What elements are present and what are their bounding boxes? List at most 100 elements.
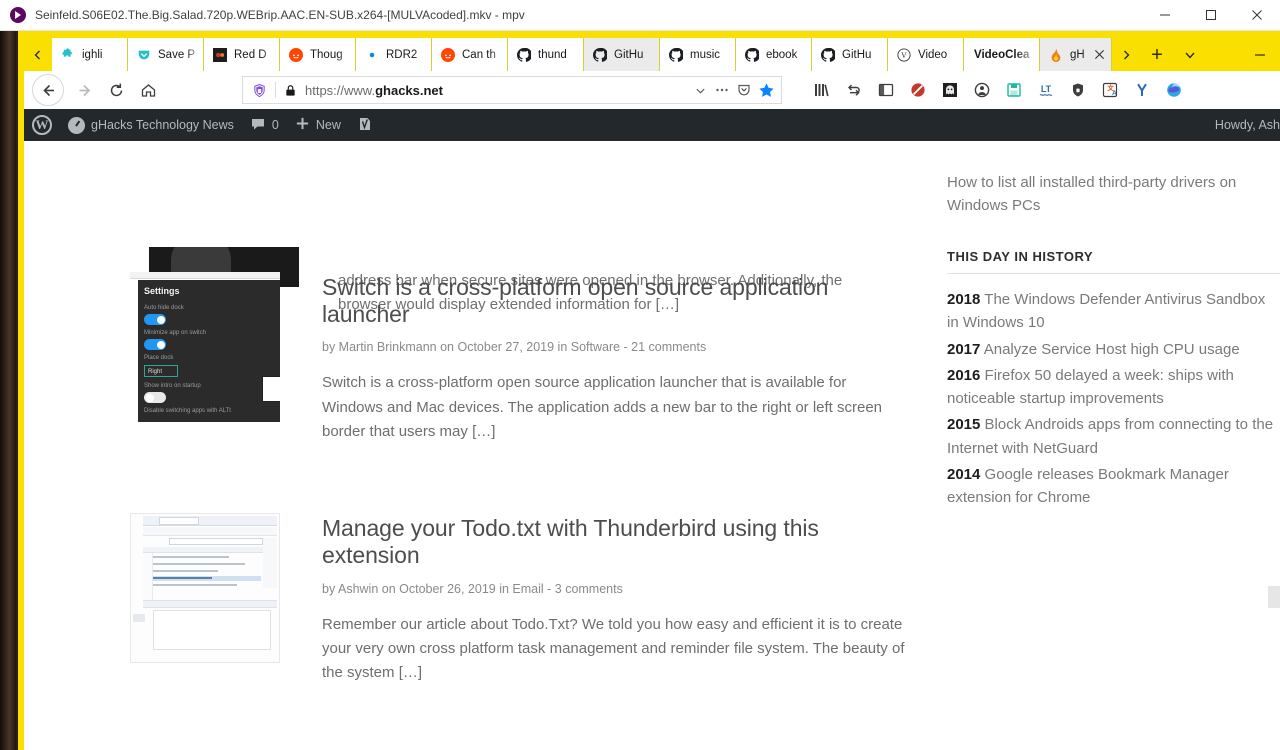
thunderbird-todotxt-thumbnail[interactable]: [130, 513, 280, 664]
comments-bubble[interactable]: 0: [242, 109, 287, 141]
reddeadredemption-icon: [212, 47, 228, 63]
new-tab-button[interactable]: +: [1140, 38, 1174, 71]
sidebar-top-link[interactable]: How to list all installed third-party dr…: [947, 172, 1277, 217]
svg-text:LT: LT: [1041, 84, 1052, 94]
new-label: New: [315, 118, 341, 132]
languagetool-icon[interactable]: LT: [1030, 75, 1062, 105]
thumb-label: Auto hide dock: [144, 305, 184, 311]
browser-tab[interactable]: V Video: [888, 38, 964, 71]
library-icon[interactable]: [806, 75, 838, 105]
pocket-save-icon[interactable]: [733, 79, 755, 101]
thumb-titlebar: [130, 272, 280, 279]
yandex-icon[interactable]: [1126, 75, 1158, 105]
browser-tab[interactable]: music: [660, 38, 736, 71]
history-item[interactable]: 2017 Analyze Service Host high CPU usage: [947, 338, 1277, 361]
thumb-row: [153, 583, 261, 588]
mpv-close-button[interactable]: [1234, 0, 1280, 31]
browser-tab[interactable]: Red D: [204, 38, 280, 71]
edge-icon[interactable]: [1158, 75, 1190, 105]
this-day-in-history-heading: THIS DAY IN HISTORY: [947, 249, 1280, 274]
browser-tab[interactable]: GitHu: [584, 38, 660, 71]
home-button[interactable]: [132, 75, 164, 105]
reload-button[interactable]: [100, 75, 132, 105]
ghostery-icon[interactable]: [934, 75, 966, 105]
thumb-heading: Settings: [144, 286, 180, 296]
tab-label: ebook: [766, 48, 798, 61]
history-text: Block Androids apps from connecting to t…: [947, 416, 1274, 457]
tab-label: RDR2: [386, 48, 418, 61]
account-icon[interactable]: [966, 75, 998, 105]
browser-tab[interactable]: VideoClea: [964, 38, 1040, 71]
thumb-divider: [143, 600, 277, 609]
save-page-icon[interactable]: [998, 75, 1030, 105]
sidebar-icon[interactable]: [870, 75, 902, 105]
history-text: Firefox 50 delayed a week: ships with no…: [947, 366, 1234, 407]
thumb-toggle-off: [144, 392, 166, 403]
page-scrollbar-thumb[interactable]: [1268, 586, 1280, 608]
history-text: Analyze Service Host high CPU usage: [983, 340, 1240, 358]
browser-tab[interactable]: Save P: [128, 38, 204, 71]
thumb-label: Minimize app on switch: [144, 330, 207, 336]
tracking-protection-shield-icon[interactable]: [249, 83, 269, 98]
dot-icon: [364, 47, 380, 63]
scroll-tabs-left-icon[interactable]: [24, 38, 52, 71]
privacy-badger-icon[interactable]: [1062, 75, 1094, 105]
mpv-minimize-button[interactable]: [1142, 0, 1188, 31]
post-meta: by Martin Brinkmann on October 27, 2019 …: [322, 340, 707, 355]
history-item[interactable]: 2015 Block Androids apps from connecting…: [947, 413, 1277, 460]
tab-label: gH: [1070, 48, 1085, 61]
browser-tab[interactable]: ighli: [52, 38, 128, 71]
ublock-origin-icon[interactable]: [902, 75, 934, 105]
browser-tab[interactable]: Can th: [432, 38, 508, 71]
reddit-icon: [440, 47, 456, 63]
extensions-toolbar: LT 文A: [806, 75, 1190, 105]
scroll-tabs-right-icon[interactable]: [1112, 38, 1140, 71]
wp-logo-button[interactable]: W: [24, 109, 60, 141]
browser-tab[interactable]: RDR2: [356, 38, 432, 71]
browser-tab-active[interactable]: gH: [1040, 38, 1112, 71]
yoast-seo-icon: [357, 116, 373, 135]
mpv-window-buttons: [1142, 0, 1280, 31]
howdy-user-menu[interactable]: Howdy, Ash: [1207, 109, 1280, 141]
list-all-tabs-icon[interactable]: [1174, 38, 1206, 71]
firefox-minimize-button[interactable]: [1240, 38, 1280, 71]
url-bar[interactable]: https://www.ghacks.net: [242, 76, 782, 104]
history-item[interactable]: 2018 The Windows Defender Antivirus Sand…: [947, 288, 1277, 335]
new-content-menu[interactable]: New: [287, 109, 349, 141]
close-icon[interactable]: [1090, 46, 1108, 64]
site-name-menu[interactable]: gHacks Technology News: [60, 109, 242, 141]
history-item[interactable]: 2014 Google releases Bookmark Manager ex…: [947, 463, 1277, 510]
yoast-seo-menu[interactable]: [349, 109, 381, 141]
padlock-icon[interactable]: [282, 84, 298, 97]
mpv-maximize-button[interactable]: [1188, 0, 1234, 31]
tab-label: Can th: [462, 48, 496, 61]
switch-settings-thumbnail[interactable]: Settings Auto hide dock Minimize app on …: [130, 272, 280, 422]
forward-button[interactable]: [68, 75, 100, 105]
url-text[interactable]: https://www.ghacks.net: [305, 83, 689, 98]
translate-icon[interactable]: 文A: [1094, 75, 1126, 105]
browser-tab[interactable]: thund: [508, 38, 584, 71]
star-icon[interactable]: [755, 79, 777, 101]
tab-label: GitHu: [842, 48, 872, 61]
thumb-row-selected: [153, 576, 261, 582]
browser-tab[interactable]: Thoug: [280, 38, 356, 71]
back-button[interactable]: [32, 74, 64, 106]
post-excerpt: Remember our article about Todo.Txt? We …: [322, 615, 905, 682]
post-title-link[interactable]: Switch is a cross-platform open source a…: [322, 274, 910, 327]
browser-tab[interactable]: ebook: [736, 38, 812, 71]
thumb-column-header: [143, 547, 263, 554]
tab-label: VideoClea: [974, 48, 1030, 61]
history-item[interactable]: 2016 Firefox 50 delayed a week: ships wi…: [947, 364, 1277, 411]
page-actions-ellipsis-icon[interactable]: [711, 79, 733, 101]
history-text: Google releases Bookmark Manager extensi…: [947, 465, 1229, 506]
history-year: 2015: [947, 416, 981, 434]
post-title-link[interactable]: Manage your Todo.txt with Thunderbird us…: [322, 515, 910, 568]
thumb-toggle-on: [144, 339, 166, 350]
tab-label: Thoug: [310, 48, 343, 61]
chevron-down-icon[interactable]: [689, 79, 711, 101]
sync-icon[interactable]: [838, 75, 870, 105]
tab-label: Save P: [158, 48, 196, 61]
browser-tab[interactable]: GitHu: [812, 38, 888, 71]
desktop-background: Seinfeld.S06E02.The.Big.Salad.720p.WEBri…: [0, 0, 1280, 750]
tab-label: ighli: [82, 48, 103, 61]
